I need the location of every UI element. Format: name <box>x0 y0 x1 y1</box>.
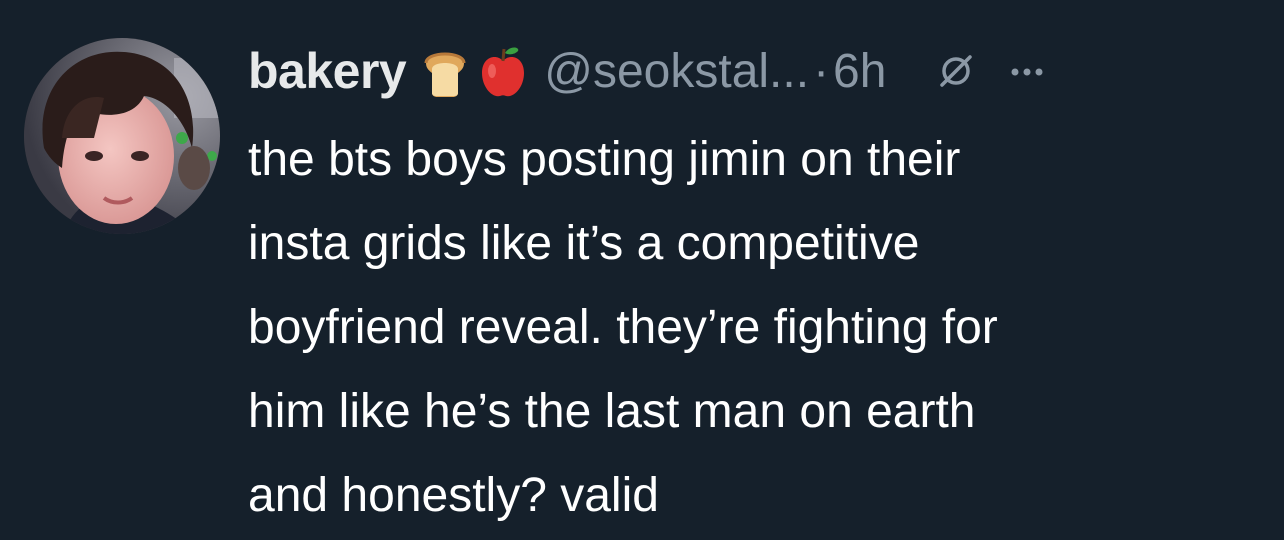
bread-icon <box>420 43 470 99</box>
tweet-header: bakery @seokstal... · 6h <box>248 28 1268 114</box>
user-handle[interactable]: @seokstal... <box>544 44 809 99</box>
tweet-text-line: him like he’s the last man on earth <box>248 385 976 438</box>
display-name[interactable]: bakery <box>248 42 407 100</box>
tweet-text: the bts boys posting jimin on their inst… <box>248 118 1268 538</box>
tweet-text-line: the bts boys posting jimin on their <box>248 133 961 186</box>
avatar-image <box>24 38 220 234</box>
tweet-body: bakery @seokstal... · 6h the bts boys po… <box>248 28 1268 538</box>
tweet-text-line: boyfriend reveal. they’re fighting for <box>248 301 998 354</box>
separator-dot: · <box>813 44 830 98</box>
tweet-text-line: and honestly? valid <box>248 469 659 522</box>
more-options-icon[interactable] <box>1010 65 1044 77</box>
grok-icon[interactable] <box>936 51 976 91</box>
avatar[interactable] <box>24 38 220 234</box>
tweet[interactable]: bakery @seokstal... · 6h the bts boys po… <box>0 0 1284 540</box>
apple-icon <box>478 43 528 99</box>
tweet-text-line: insta grids like it’s a competitive <box>248 217 920 270</box>
timestamp[interactable]: 6h <box>833 44 886 99</box>
